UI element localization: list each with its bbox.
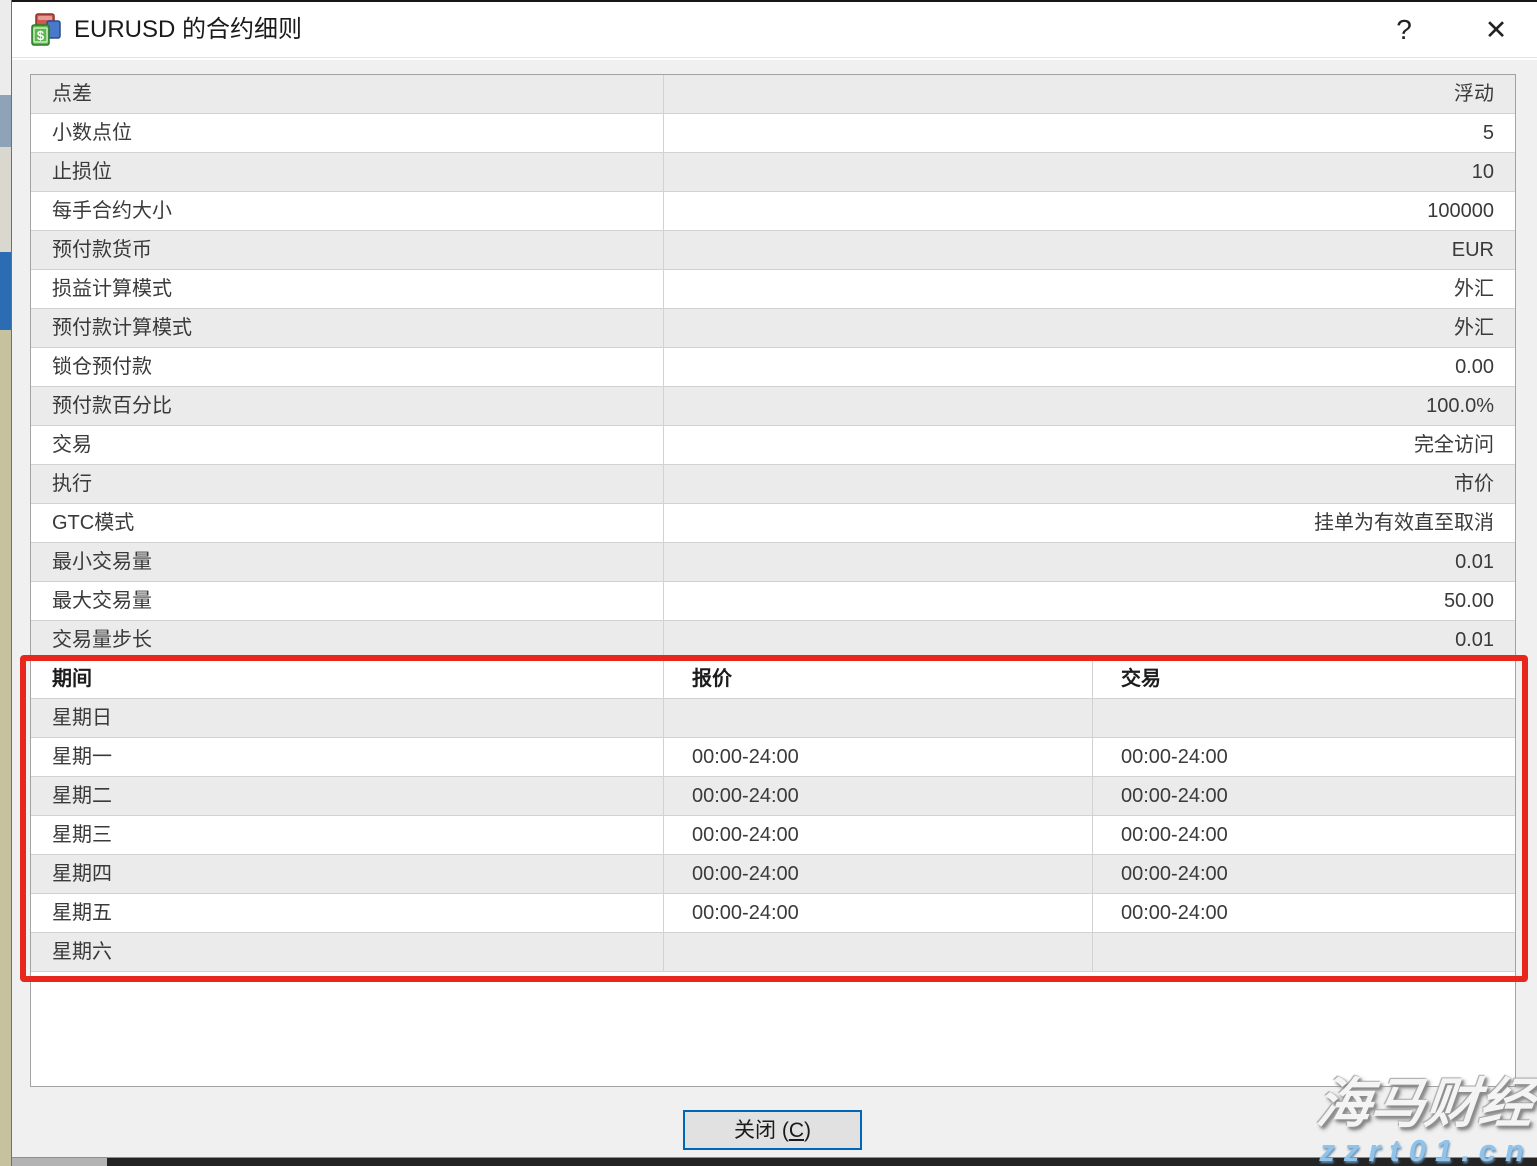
schedule-row[interactable]: 星期五 00:00-24:00 00:00-24:00 (31, 894, 1515, 933)
schedule-header-trading: 交易 (1093, 660, 1515, 698)
spec-row-label: 损益计算模式 (31, 270, 664, 308)
schedule-day: 星期日 (31, 699, 664, 737)
spec-row-value: 10 (664, 153, 1515, 191)
schedule-row[interactable]: 星期日 (31, 699, 1515, 738)
spec-row-value: EUR (664, 231, 1515, 269)
spec-row[interactable]: 小数点位 5 (31, 114, 1515, 153)
close-button-label-suffix: ) (804, 1119, 811, 1142)
specification-table: 点差 浮动 小数点位 5 止损位 10 (30, 74, 1516, 1087)
spec-row-label: 最小交易量 (31, 543, 664, 581)
schedule-row[interactable]: 星期三 00:00-24:00 00:00-24:00 (31, 816, 1515, 855)
spec-row-label: 预付款计算模式 (31, 309, 664, 347)
schedule-day: 星期一 (31, 738, 664, 776)
spec-row[interactable]: 预付款计算模式 外汇 (31, 309, 1515, 348)
schedule-day: 星期六 (31, 933, 664, 971)
spec-row-value: 5 (664, 114, 1515, 152)
schedule-header-row: 期间 报价 交易 (31, 660, 1515, 699)
spec-row[interactable]: 执行 市价 (31, 465, 1515, 504)
background-window-edge (0, 0, 12, 1166)
spec-row[interactable]: 预付款货币 EUR (31, 231, 1515, 270)
close-button-accesskey: C (789, 1119, 804, 1142)
spec-row-label: 小数点位 (31, 114, 664, 152)
schedule-trading-hours: 00:00-24:00 (1093, 816, 1515, 854)
spec-row-label: 锁仓预付款 (31, 348, 664, 386)
contract-spec-icon: $ (30, 13, 64, 47)
spec-row[interactable]: 预付款百分比 100.0% (31, 387, 1515, 426)
svg-text:$: $ (37, 28, 45, 43)
spec-row[interactable]: 点差 浮动 (31, 75, 1515, 114)
close-x-button[interactable]: ✕ (1473, 2, 1519, 58)
schedule-quotes-hours: 00:00-24:00 (664, 777, 1093, 815)
schedule-trading-hours: 00:00-24:00 (1093, 738, 1515, 776)
dialog-title: EURUSD 的合约细则 (74, 2, 302, 58)
schedule-row[interactable]: 星期四 00:00-24:00 00:00-24:00 (31, 855, 1515, 894)
schedule-header-period: 期间 (31, 660, 664, 698)
spec-row-label: GTC模式 (31, 504, 664, 542)
spec-row-value: 挂单为有效直至取消 (664, 504, 1515, 542)
schedule-quotes-hours: 00:00-24:00 (664, 816, 1093, 854)
spec-row-label: 交易量步长 (31, 621, 664, 659)
spec-row[interactable]: GTC模式 挂单为有效直至取消 (31, 504, 1515, 543)
spec-row-value: 浮动 (664, 75, 1515, 113)
schedule-day: 星期五 (31, 894, 664, 932)
schedule-quotes-hours (664, 933, 1093, 971)
spec-row[interactable]: 最小交易量 0.01 (31, 543, 1515, 582)
schedule-quotes-hours (664, 699, 1093, 737)
spec-row-value: 50.00 (664, 582, 1515, 620)
contract-specification-dialog: $ EURUSD 的合约细则 ? ✕ 点差 浮动 (12, 0, 1537, 1166)
spec-row-value: 市价 (664, 465, 1515, 503)
spec-row-value: 0.00 (664, 348, 1515, 386)
watermark-brand-text: 海马财经 (1314, 1077, 1536, 1131)
spec-row-value: 外汇 (664, 309, 1515, 347)
spec-row-value: 100000 (664, 192, 1515, 230)
spec-row-label: 预付款货币 (31, 231, 664, 269)
schedule-row[interactable]: 星期一 00:00-24:00 00:00-24:00 (31, 738, 1515, 777)
spec-row[interactable]: 每手合约大小 100000 (31, 192, 1515, 231)
spec-row-label: 每手合约大小 (31, 192, 664, 230)
schedule-quotes-hours: 00:00-24:00 (664, 738, 1093, 776)
schedule-rows: 星期日 星期一 00:00-24:00 00:00-24:00 星期二 (31, 699, 1515, 972)
schedule-trading-hours: 00:00-24:00 (1093, 777, 1515, 815)
spec-row[interactable]: 最大交易量 50.00 (31, 582, 1515, 621)
spec-row[interactable]: 锁仓预付款 0.00 (31, 348, 1515, 387)
help-button[interactable]: ? (1381, 2, 1427, 58)
spec-row-label: 点差 (31, 75, 664, 113)
watermark: 海马财经 zzrt01.cn (1317, 1077, 1533, 1166)
spec-row[interactable]: 交易量步长 0.01 (31, 621, 1515, 660)
background-taskbar-edge (12, 1157, 1537, 1166)
close-button-label-prefix: 关闭 ( (734, 1119, 789, 1142)
schedule-day: 星期四 (31, 855, 664, 893)
schedule-day: 星期二 (31, 777, 664, 815)
spec-row[interactable]: 损益计算模式 外汇 (31, 270, 1515, 309)
spec-row-label: 止损位 (31, 153, 664, 191)
spec-row-label: 交易 (31, 426, 664, 464)
spec-row[interactable]: 止损位 10 (31, 153, 1515, 192)
spec-row-label: 预付款百分比 (31, 387, 664, 425)
schedule-trading-hours: 00:00-24:00 (1093, 894, 1515, 932)
spec-row-value: 0.01 (664, 543, 1515, 581)
schedule-trading-hours (1093, 933, 1515, 971)
schedule-header-quotes: 报价 (664, 660, 1093, 698)
watermark-url-text: zzrt01.cn (1317, 1135, 1533, 1166)
close-button[interactable]: 关闭 (C) (683, 1110, 862, 1150)
spec-row-value: 外汇 (664, 270, 1515, 308)
screen: $ EURUSD 的合约细则 ? ✕ 点差 浮动 (0, 0, 1537, 1166)
spec-row-label: 最大交易量 (31, 582, 664, 620)
spec-row[interactable]: 交易 完全访问 (31, 426, 1515, 465)
dialog-content: 点差 浮动 小数点位 5 止损位 10 (12, 60, 1537, 1157)
spec-rows: 点差 浮动 小数点位 5 止损位 10 (31, 75, 1515, 660)
schedule-row[interactable]: 星期二 00:00-24:00 00:00-24:00 (31, 777, 1515, 816)
schedule-day: 星期三 (31, 816, 664, 854)
schedule-trading-hours (1093, 699, 1515, 737)
spec-row-value: 100.0% (664, 387, 1515, 425)
schedule-quotes-hours: 00:00-24:00 (664, 894, 1093, 932)
spec-row-value: 完全访问 (664, 426, 1515, 464)
schedule-quotes-hours: 00:00-24:00 (664, 855, 1093, 893)
dialog-title-bar: $ EURUSD 的合约细则 ? ✕ (12, 2, 1537, 58)
schedule-row[interactable]: 星期六 (31, 933, 1515, 972)
spec-row-value: 0.01 (664, 621, 1515, 659)
schedule-trading-hours: 00:00-24:00 (1093, 855, 1515, 893)
spec-row-label: 执行 (31, 465, 664, 503)
